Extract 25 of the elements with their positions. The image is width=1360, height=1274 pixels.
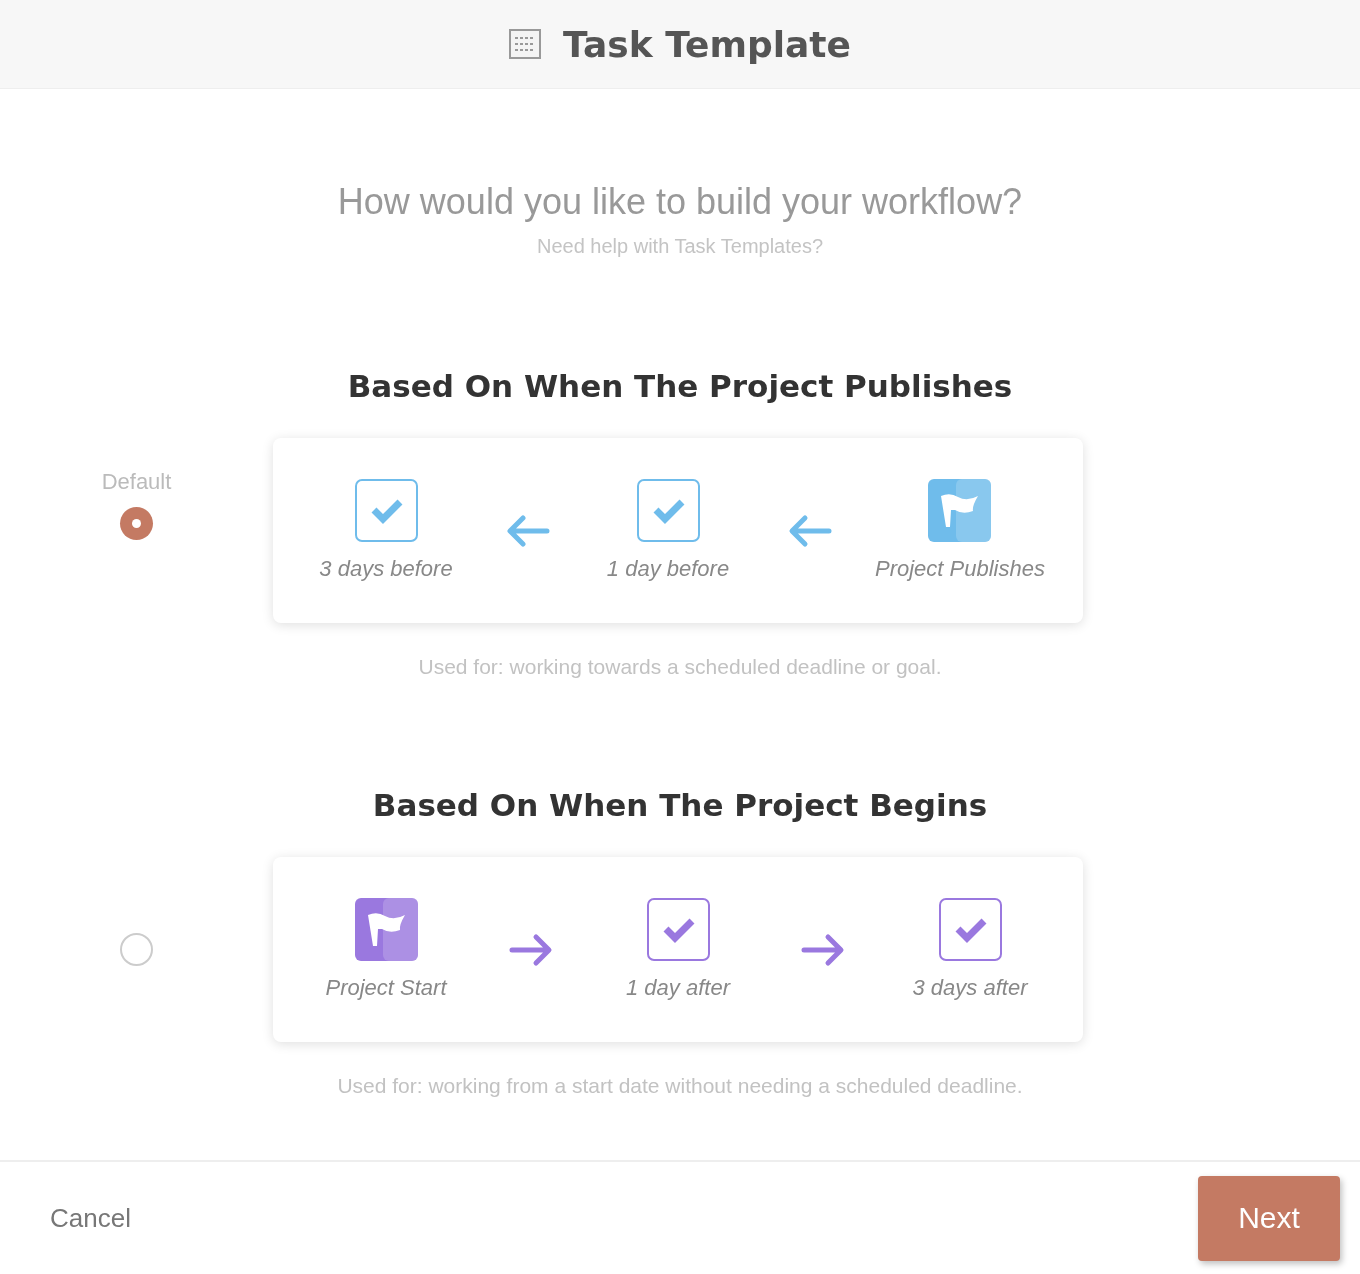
usage-text: Used for: working from a start date without needing a scheduled deadline. [337, 1074, 1023, 1098]
radio-button[interactable] [120, 933, 153, 966]
checkbox-icon [938, 898, 1002, 961]
checkbox-icon [354, 479, 418, 542]
flag-icon [354, 898, 418, 961]
step-label: 3 days after [912, 975, 1028, 1001]
checkbox-icon [646, 898, 710, 961]
question-heading: How would you like to build your workflow? [337, 181, 1023, 223]
step-label: Project Publishes [875, 556, 1045, 582]
next-button[interactable]: Next [1198, 1175, 1340, 1261]
option-title: Based On When The Project Publishes [347, 368, 1013, 404]
step-label: 1 day before [606, 556, 730, 582]
step-label: 3 days before [319, 556, 453, 582]
default-label: Default [101, 469, 172, 495]
usage-text: Used for: working towards a scheduled deadline or goal. [418, 655, 942, 679]
step-label: 1 day after [626, 975, 730, 1001]
flag-icon [928, 479, 992, 542]
radio-button[interactable] [120, 507, 153, 540]
cancel-button[interactable]: Cancel [50, 1202, 131, 1234]
template-icon [509, 29, 542, 59]
checkbox-icon [636, 479, 700, 542]
step-label: Project Start [325, 975, 447, 1001]
help-link[interactable]: Need help with Task Templates? [536, 235, 824, 258]
window-title: Task Template [563, 23, 851, 65]
option-title: Based On When The Project Begins [372, 787, 988, 823]
